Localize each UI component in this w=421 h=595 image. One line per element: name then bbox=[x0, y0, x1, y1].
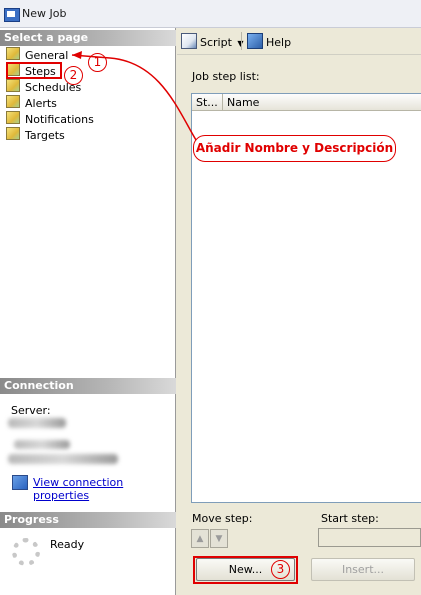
annotation-arrow bbox=[71, 51, 197, 141]
annotation-callout: Añadir Nombre y Descripción bbox=[193, 135, 396, 162]
